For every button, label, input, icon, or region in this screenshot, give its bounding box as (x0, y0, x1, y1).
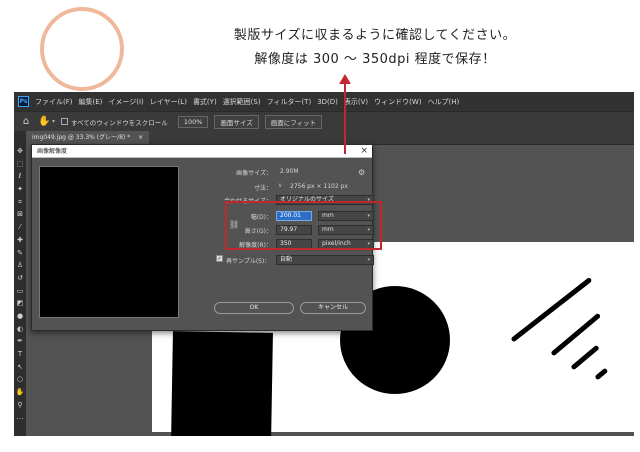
menu-3d[interactable]: 3D(D) (317, 98, 338, 106)
blur-tool-icon[interactable]: ● (16, 312, 25, 321)
highlight-box (225, 201, 382, 250)
path-select-icon[interactable]: ↖ (16, 363, 25, 372)
arrow-up-icon (339, 74, 351, 84)
dodge-tool-icon[interactable]: ◐ (16, 325, 25, 334)
menu-edit[interactable]: 編集(E) (79, 97, 103, 107)
decorative-circle (40, 7, 124, 91)
document-tab-bar: img049.jpg @ 33.3% (グレー/8) * × (26, 131, 634, 145)
crop-tool-icon[interactable]: ⌗ (16, 198, 25, 207)
resample-value: 自動 (280, 256, 293, 263)
fill-screen-button[interactable]: 画面にフィット (264, 114, 323, 129)
image-size-dialog: 画像解像度 × 画像サイズ： 2.90M ⚙ 寸法： ∨ 2756 px × 1… (31, 144, 382, 331)
eyedropper-icon[interactable]: ⁄ (16, 223, 25, 232)
close-icon[interactable]: × (138, 134, 143, 141)
document-tab[interactable]: img049.jpg @ 33.3% (グレー/8) * × (26, 131, 150, 145)
magic-wand-icon[interactable]: ✦ (16, 185, 25, 194)
home-icon[interactable]: ⌂ (20, 116, 32, 128)
move-tool-icon[interactable]: ✥ (16, 147, 25, 156)
menu-filter[interactable]: フィルター(T) (267, 97, 312, 107)
chevron-down-icon[interactable]: ∨ (278, 182, 282, 189)
instruction-text-2: 解像度は 300 〜 350dpi 程度で保存！ (254, 52, 496, 67)
menu-bar: Ps ファイル(F) 編集(E) イメージ(I) レイヤー(L) 書式(Y) 選… (14, 92, 634, 111)
zoom-100-button[interactable]: 100% (177, 115, 209, 128)
resample-select[interactable]: 自動 ▾ (276, 255, 374, 265)
pen-tool-icon[interactable]: ✒ (16, 337, 25, 346)
resample-checkbox[interactable]: ✓ (216, 255, 223, 262)
menu-view[interactable]: 表示(V) (344, 97, 368, 107)
gradient-tool-icon[interactable]: ◩ (16, 299, 25, 308)
tools-panel: ✥ ⬚ ℓ ✦ ⌗ ⊠ ⁄ ✚ ✎ ♙ ↺ ▭ ◩ ● ◐ ✒ T ↖ ○ ✋ … (14, 131, 26, 436)
options-bar: ⌂ ✋ ▾ すべてのウィンドウをスクロール 100% 画面サイズ 画面にフィット (14, 111, 634, 131)
dialog-title: 画像解像度 × (32, 145, 372, 158)
cancel-button[interactable]: キャンセル (300, 302, 366, 314)
marquee-tool-icon[interactable]: ⬚ (16, 160, 25, 169)
image-size-value: 2.90M (280, 168, 299, 175)
hand-tool-icon[interactable]: ✋ (16, 388, 25, 397)
dialog-title-text: 画像解像度 (37, 148, 68, 155)
menu-image[interactable]: イメージ(I) (108, 97, 143, 107)
menu-window[interactable]: ウィンドウ(W) (374, 97, 421, 107)
menu-layer[interactable]: レイヤー(L) (150, 97, 187, 107)
image-size-label: 画像サイズ： (236, 170, 272, 177)
artwork-stroke (594, 367, 609, 381)
dimensions-value: 2756 px × 1102 px (290, 183, 348, 190)
close-icon[interactable]: × (360, 145, 368, 158)
zoom-tool-icon[interactable]: ⚲ (16, 401, 25, 410)
shape-tool-icon[interactable]: ○ (16, 375, 25, 384)
resample-label: 再サンプル(S)： (226, 258, 271, 265)
annotation-arrow (344, 82, 346, 154)
ok-button[interactable]: OK (214, 302, 294, 314)
artwork-black-rectangle (171, 331, 273, 436)
image-preview[interactable] (39, 166, 179, 318)
healing-brush-icon[interactable]: ✚ (16, 236, 25, 245)
artwork-stroke (570, 344, 600, 371)
scroll-all-checkbox[interactable] (61, 118, 69, 125)
dimensions-label: 寸法： (253, 185, 272, 192)
menu-help[interactable]: ヘルプ(H) (428, 97, 460, 107)
photoshop-window: Ps ファイル(F) 編集(E) イメージ(I) レイヤー(L) 書式(Y) 選… (14, 92, 634, 436)
scroll-all-label: すべてのウィンドウをスクロール (71, 118, 168, 127)
fit-screen-button[interactable]: 画面サイズ (214, 114, 259, 129)
hand-tool-icon[interactable]: ✋ (38, 116, 50, 128)
photoshop-logo-icon: Ps (18, 96, 29, 107)
menu-type[interactable]: 書式(Y) (193, 97, 217, 107)
document-tab-title: img049.jpg @ 33.3% (グレー/8) * (32, 134, 131, 141)
history-brush-icon[interactable]: ↺ (16, 274, 25, 283)
lasso-tool-icon[interactable]: ℓ (16, 172, 25, 181)
frame-tool-icon[interactable]: ⊠ (16, 210, 25, 219)
chevron-down-icon: ▾ (367, 257, 370, 263)
gear-icon[interactable]: ⚙ (358, 168, 365, 177)
type-tool-icon[interactable]: T (16, 350, 25, 359)
stamp-tool-icon[interactable]: ♙ (16, 261, 25, 270)
chevron-down-icon[interactable]: ▾ (52, 118, 55, 125)
menu-select[interactable]: 選択範囲(S) (223, 97, 261, 107)
menu-file[interactable]: ファイル(F) (35, 97, 73, 107)
more-tools-icon[interactable]: … (16, 413, 25, 422)
brush-tool-icon[interactable]: ✎ (16, 249, 25, 258)
eraser-tool-icon[interactable]: ▭ (16, 287, 25, 296)
instruction-text-1: 製版サイズに収まるように確認してください。 (233, 28, 517, 43)
